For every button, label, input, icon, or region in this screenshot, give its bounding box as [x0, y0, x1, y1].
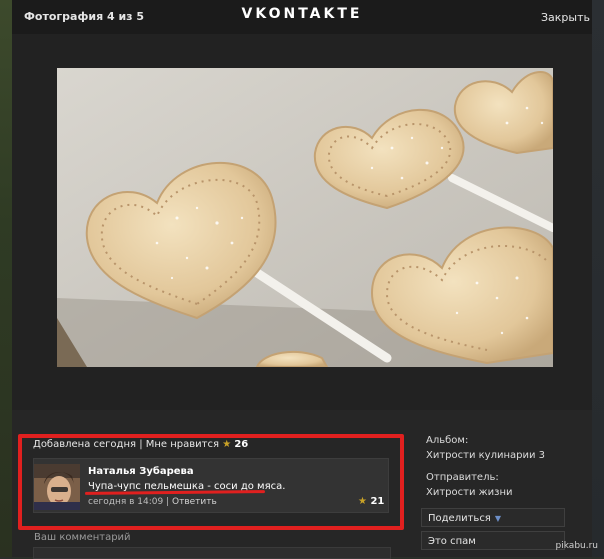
chevron-down-icon: ▼	[494, 514, 501, 523]
sender-label: Отправитель:	[426, 472, 499, 483]
photo-image-drawing	[57, 68, 553, 367]
watermark: pikabu.ru	[555, 541, 598, 551]
highlight-frame	[18, 434, 404, 530]
album-link[interactable]: Хитрости кулинарии 3	[426, 450, 545, 461]
sender-link[interactable]: Хитрости жизни	[426, 487, 513, 498]
close-link[interactable]: Закрыть	[541, 11, 590, 24]
album-label: Альбом:	[426, 435, 469, 446]
photo-image[interactable]	[57, 68, 553, 367]
comment-form-label: Ваш комментарий	[34, 532, 131, 543]
background-right	[592, 0, 604, 557]
share-button-label: Поделиться	[428, 513, 491, 524]
spam-button[interactable]: Это спам	[421, 531, 565, 550]
site-logo: VKONTAKTE	[241, 6, 363, 22]
share-button[interactable]: Поделиться ▼	[421, 508, 565, 527]
background-left	[0, 0, 12, 557]
comment-input[interactable]	[33, 547, 391, 559]
